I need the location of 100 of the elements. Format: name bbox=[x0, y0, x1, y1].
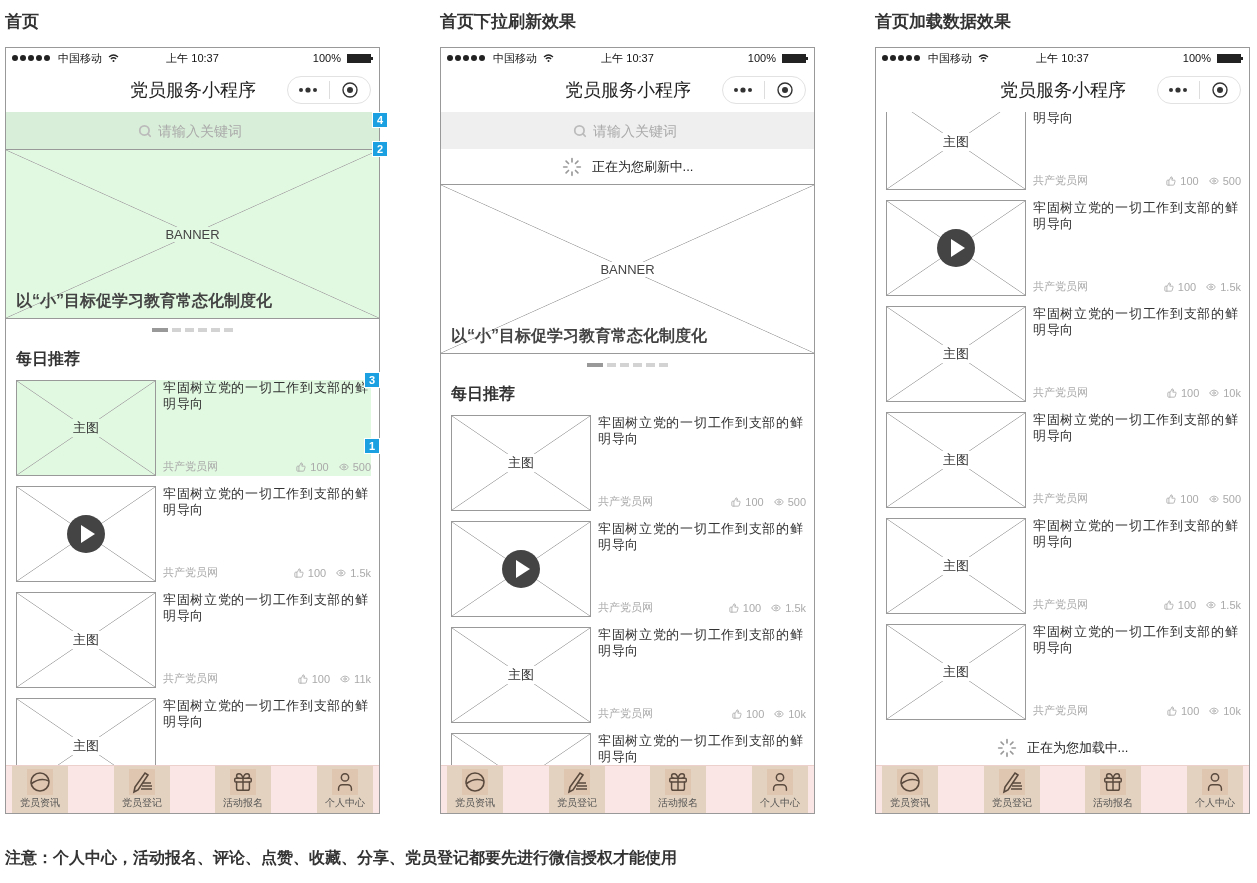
more-icon[interactable] bbox=[1168, 87, 1189, 93]
image-label: 主图 bbox=[506, 666, 536, 684]
gift-icon bbox=[1100, 769, 1127, 795]
tab-item[interactable]: 活动报名 bbox=[215, 766, 272, 813]
image-label: 主图 bbox=[71, 631, 101, 649]
status-time: 上午 10:37 bbox=[601, 50, 654, 66]
pencil-icon bbox=[998, 769, 1025, 795]
page-indicator[interactable] bbox=[224, 328, 233, 332]
search-input[interactable]: 请输入关键词 bbox=[157, 122, 248, 139]
article-source: 共产党员网 bbox=[1033, 491, 1088, 506]
page-indicator[interactable] bbox=[211, 328, 220, 332]
view-count: 1.5k bbox=[350, 566, 371, 579]
view-count: 500 bbox=[1222, 174, 1241, 187]
status-time: 上午 10:37 bbox=[166, 50, 219, 66]
tab-item[interactable]: 个人中心 bbox=[316, 766, 373, 813]
tab-item[interactable]: 活动报名 bbox=[650, 766, 707, 813]
article-title: 牢固树立党的一切工作到支部的鲜明导向 bbox=[163, 698, 370, 730]
page-indicator[interactable] bbox=[633, 363, 642, 367]
article-card[interactable]: 牢固树立党的一切工作到支部的鲜明导向 bbox=[451, 733, 806, 765]
play-icon[interactable] bbox=[937, 229, 975, 267]
article-card[interactable]: 主图 牢固树立党的一切工作到支部的鲜明导向 共产党员网 100 500 bbox=[451, 415, 806, 511]
like-count: 100 bbox=[745, 495, 764, 508]
article-title: 牢固树立党的一切工作到支部的鲜明导向 bbox=[163, 486, 370, 518]
tab-item[interactable]: 活动报名 bbox=[1085, 766, 1142, 813]
app-title: 党员服务小程序 bbox=[564, 79, 691, 102]
like-icon bbox=[293, 567, 304, 578]
image-label: 主图 bbox=[506, 454, 536, 472]
article-source: 共产党员网 bbox=[1033, 173, 1088, 188]
pencil-icon bbox=[563, 769, 590, 795]
like-count: 100 bbox=[311, 672, 331, 685]
gift-icon bbox=[230, 769, 257, 795]
screen-heading: 首页加载数据效果 bbox=[875, 11, 1011, 33]
tab-item[interactable]: 党员登记 bbox=[548, 766, 605, 813]
screen-heading: 首页 bbox=[5, 11, 39, 33]
eye-icon bbox=[336, 567, 347, 578]
eye-icon bbox=[1206, 281, 1217, 292]
image-label: 主图 bbox=[941, 133, 971, 151]
battery-icon bbox=[782, 53, 808, 63]
tab-item[interactable]: 个人中心 bbox=[1186, 766, 1243, 813]
image-label: 主图 bbox=[941, 663, 971, 681]
page-indicator[interactable] bbox=[659, 363, 668, 367]
article-card[interactable]: 牢固树立党的一切工作到支部的鲜明导向 共产党员网 100 1.5k bbox=[16, 486, 371, 582]
like-icon bbox=[1166, 705, 1177, 716]
page-indicator[interactable] bbox=[198, 328, 207, 332]
play-icon[interactable] bbox=[502, 550, 540, 588]
refresh-status: 正在为您刷新中... bbox=[591, 157, 694, 176]
note-text: 注意：个人中心，活动报名、评论、点赞、收藏、分享、党员登记都要先进行微信授权才能使用 bbox=[5, 848, 677, 868]
like-icon bbox=[1166, 493, 1177, 504]
search-input[interactable]: 请输入关键词 bbox=[592, 122, 683, 139]
banner-placeholder[interactable]: BANNER 以“小”目标促学习教育常态化制度化 bbox=[441, 184, 814, 354]
view-count: 10k bbox=[788, 707, 806, 720]
tab-item[interactable]: 党员资讯 bbox=[447, 766, 503, 813]
tab-item[interactable]: 党员资讯 bbox=[882, 766, 938, 813]
article-card[interactable]: 主图 牢固树立党的一切工作到支部的鲜明导向 共产党员网 100 1.5k bbox=[886, 518, 1241, 614]
annotation-badge: 4 bbox=[372, 112, 388, 128]
article-source: 共产党员网 bbox=[1033, 279, 1088, 294]
like-icon bbox=[1163, 599, 1174, 610]
more-icon[interactable] bbox=[733, 87, 754, 93]
article-card[interactable]: 主图 牢固树立党的一切工作到支部的鲜明导向 共产党员网 100 11k bbox=[16, 592, 371, 688]
banner-caption: 以“小”目标促学习教育常态化制度化 bbox=[451, 326, 707, 346]
battery-percent: 100% bbox=[312, 52, 341, 64]
play-icon[interactable] bbox=[67, 515, 105, 553]
article-card[interactable]: 主图 牢固树立党的一切工作到支部的鲜明导向 bbox=[16, 698, 371, 765]
article-card[interactable]: 主图 牢固树立党的一切工作到支部的鲜明导向 共产党员网 100 500 bbox=[886, 412, 1241, 508]
person-icon bbox=[1201, 769, 1228, 795]
screen-heading: 首页下拉刷新效果 bbox=[440, 11, 576, 33]
eye-icon bbox=[771, 602, 782, 613]
page-indicator[interactable] bbox=[607, 363, 616, 367]
eye-icon bbox=[1206, 599, 1217, 610]
article-card[interactable]: 牢固树立党的一切工作到支部的鲜明导向 共产党员网 100 1.5k bbox=[451, 521, 806, 617]
article-title: 牢固树立党的一切工作到支部的鲜明导向 bbox=[598, 733, 805, 765]
like-count: 100 bbox=[1180, 704, 1200, 717]
like-count: 100 bbox=[1177, 280, 1197, 293]
article-card[interactable]: 主图 牢固树立党的一切工作到支部的鲜明导向 共产党员网 100 10k bbox=[451, 627, 806, 723]
page-indicator[interactable] bbox=[620, 363, 629, 367]
view-count: 10k bbox=[1223, 704, 1241, 717]
page-indicator[interactable] bbox=[185, 328, 194, 332]
article-card[interactable]: 主图 明导向 共产党员网 100 500 bbox=[886, 112, 1241, 190]
tab-item[interactable]: 党员登记 bbox=[113, 766, 170, 813]
wifi-icon bbox=[108, 54, 119, 62]
article-source: 共产党员网 bbox=[598, 494, 653, 509]
page-indicator[interactable] bbox=[152, 328, 168, 332]
article-card[interactable]: 主图 牢固树立党的一切工作到支部的鲜明导向 共产党员网 100 10k bbox=[886, 306, 1241, 402]
image-label: 主图 bbox=[941, 557, 971, 575]
page-indicator[interactable] bbox=[646, 363, 655, 367]
tab-item[interactable]: 党员资讯 bbox=[12, 766, 68, 813]
article-source: 共产党员网 bbox=[163, 565, 218, 580]
article-card[interactable]: 主图 牢固树立党的一切工作到支部的鲜明导向 共产党员网 100 10k bbox=[886, 624, 1241, 720]
section-title: 每日推荐 bbox=[16, 349, 80, 369]
tab-item[interactable]: 个人中心 bbox=[751, 766, 808, 813]
page-indicator[interactable] bbox=[172, 328, 181, 332]
spinner-icon bbox=[561, 156, 582, 177]
eye-icon bbox=[1208, 493, 1219, 504]
like-icon bbox=[296, 461, 307, 472]
page-indicator[interactable] bbox=[587, 363, 603, 367]
article-card[interactable]: 牢固树立党的一切工作到支部的鲜明导向 共产党员网 100 1.5k bbox=[886, 200, 1241, 296]
article-title: 牢固树立党的一切工作到支部的鲜明导向 bbox=[598, 521, 805, 553]
tab-item[interactable]: 党员登记 bbox=[983, 766, 1040, 813]
article-title: 明导向 bbox=[1033, 112, 1075, 126]
more-icon[interactable] bbox=[298, 87, 319, 93]
